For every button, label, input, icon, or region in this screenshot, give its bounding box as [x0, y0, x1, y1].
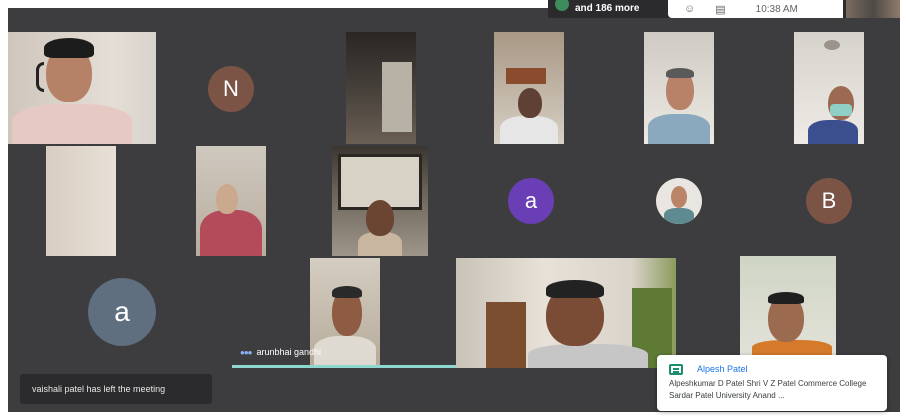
participant-hair — [546, 280, 604, 298]
participant-tile[interactable] — [740, 256, 836, 356]
avatar-photo[interactable] — [656, 178, 702, 224]
people-icon[interactable]: ☺ — [684, 3, 695, 15]
participant-face — [518, 88, 542, 118]
headset-icon — [36, 62, 44, 92]
participant-figure — [648, 114, 710, 144]
active-speaker-label: ●●● arunbhai gandhi — [240, 347, 321, 357]
clock: 10:38 AM — [755, 3, 798, 15]
participant-tile[interactable] — [346, 32, 416, 144]
more-participants-label: and 186 more — [575, 2, 640, 14]
participant-tile[interactable] — [196, 146, 266, 256]
left-meeting-toast: vaishali patel has left the meeting — [20, 374, 212, 404]
participant-face — [216, 184, 238, 214]
chat-notification[interactable]: Alpesh Patel Alpeshkumar D Patel Shri V … — [657, 355, 887, 411]
participant-tile[interactable] — [332, 146, 428, 256]
avatar-b[interactable]: B — [806, 178, 852, 224]
avatar-n[interactable]: N — [208, 66, 254, 112]
top-controls: ☺ ▤ 10:38 AM — [668, 0, 843, 18]
chat-sender: Alpesh Patel — [697, 364, 748, 374]
participant-figure — [808, 120, 858, 144]
speaker-name: arunbhai gandhi — [256, 347, 322, 357]
wall-shelf — [506, 68, 546, 84]
audio-level-icon: ●●● — [240, 347, 252, 357]
participant-figure — [752, 340, 832, 356]
participant-overflow[interactable]: and 186 more — [555, 0, 639, 16]
avatar-a-purple[interactable]: a — [508, 178, 554, 224]
participant-hair — [666, 68, 694, 78]
participant-hair — [332, 286, 362, 298]
avatar-initial: a — [114, 296, 130, 327]
avatar-initial: N — [223, 76, 239, 101]
participant-figure — [200, 210, 262, 256]
participant-tile[interactable] — [494, 32, 564, 144]
ceiling-fan-icon — [824, 40, 840, 50]
avatar-photo-body — [664, 208, 694, 224]
door-frame — [486, 302, 526, 368]
speaking-indicator — [232, 365, 456, 368]
face-mask — [830, 104, 852, 116]
self-view-thumbnail[interactable] — [846, 0, 900, 18]
participant-hair — [44, 38, 94, 58]
participant-avatar-icon — [555, 0, 569, 11]
participant-tile[interactable] — [456, 258, 676, 368]
window-light — [382, 62, 412, 132]
avatar-photo-face — [671, 186, 687, 208]
avatar-a-large[interactable]: a — [88, 278, 156, 346]
participant-figure — [12, 104, 132, 144]
participant-figure — [314, 336, 376, 366]
participant-figure — [500, 116, 558, 144]
chat-message: Alpeshkumar D Patel Shri V Z Patel Comme… — [669, 379, 867, 400]
chat-icon[interactable]: ▤ — [715, 3, 725, 16]
participant-tile[interactable] — [644, 32, 714, 144]
left-meeting-text: vaishali patel has left the meeting — [32, 384, 166, 394]
participant-face — [366, 200, 394, 236]
participant-hair — [768, 292, 804, 304]
participant-tile[interactable] — [8, 32, 156, 144]
participant-tile[interactable] — [46, 146, 116, 256]
participant-tile[interactable] — [794, 32, 864, 144]
chat-icon — [669, 364, 683, 375]
avatar-initial: a — [524, 188, 538, 213]
avatar-initial: B — [821, 188, 837, 213]
participant-figure — [528, 344, 648, 368]
